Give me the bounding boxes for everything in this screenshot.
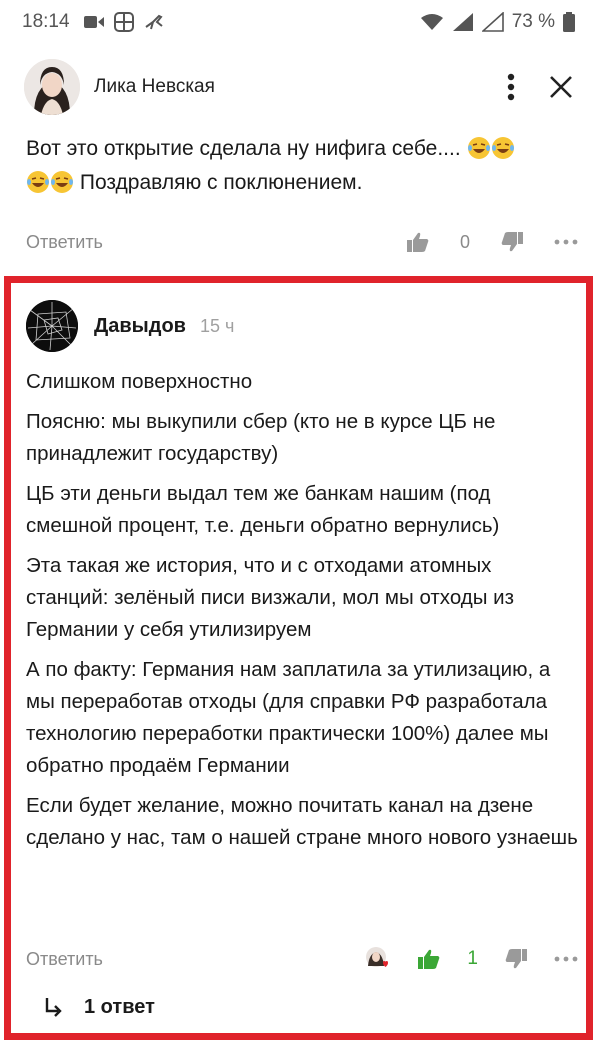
more-horizontal-icon[interactable] bbox=[554, 956, 578, 962]
reply-arrow-icon bbox=[45, 998, 62, 1017]
reply-button[interactable]: Ответить bbox=[26, 949, 103, 970]
reply-button[interactable]: Ответить bbox=[26, 232, 103, 253]
previous-comment-line2: Поздравляю с поклюнением. bbox=[79, 171, 363, 194]
user-photo bbox=[24, 59, 80, 115]
battery-percent: 73 % bbox=[511, 11, 555, 32]
thumbs-down-icon[interactable] bbox=[500, 231, 524, 253]
app-grid-icon bbox=[113, 12, 134, 32]
comment-paragraph: Эта такая же история, что и с отходами а… bbox=[26, 554, 515, 641]
video-icon bbox=[83, 16, 104, 28]
replies-count: 1 ответ bbox=[84, 995, 155, 1018]
previous-comment-actions: Ответить 0 bbox=[26, 226, 578, 258]
comments-header: Лика Невская bbox=[0, 52, 597, 122]
header-author-name[interactable]: Лика Невская bbox=[94, 76, 215, 98]
avatar[interactable] bbox=[24, 59, 80, 115]
comment-paragraph: А по факту: Германия нам заплатила за ут… bbox=[26, 658, 551, 777]
thumbs-up-icon[interactable] bbox=[406, 231, 430, 253]
comment-author[interactable]: Давыдов bbox=[94, 315, 186, 338]
laughing-emoji-icon bbox=[467, 137, 490, 159]
avatar[interactable] bbox=[26, 300, 78, 352]
battery-icon bbox=[563, 12, 575, 32]
status-time: 18:14 bbox=[22, 11, 70, 32]
close-icon[interactable] bbox=[549, 75, 573, 99]
comment-paragraph: Слишком поверхностно bbox=[26, 370, 253, 393]
more-vertical-icon[interactable] bbox=[507, 73, 515, 101]
show-replies-button[interactable]: 1 ответ bbox=[44, 990, 155, 1024]
comment-paragraph: ЦБ эти деньги выдал тем же банкам нашим … bbox=[26, 482, 500, 537]
comment-paragraph: Поясню: мы выкупили сбер (кто не в курсе… bbox=[26, 410, 496, 465]
laughing-emoji-icon bbox=[27, 171, 49, 193]
signal-icon bbox=[452, 13, 473, 31]
status-bar: 18:14 73 % bbox=[0, 0, 597, 44]
thumbs-up-active-icon[interactable] bbox=[417, 948, 441, 970]
bird-icon bbox=[144, 14, 163, 30]
comment-timestamp: 15 ч bbox=[199, 315, 235, 336]
like-count: 0 bbox=[459, 231, 470, 252]
laughing-emoji-icon bbox=[51, 171, 73, 193]
wifi-icon bbox=[420, 14, 443, 30]
comment: Давыдов 15 ч Слишком поверхностно Поясню… bbox=[26, 298, 578, 854]
liked-by-author-avatar-icon bbox=[366, 947, 389, 967]
more-horizontal-icon[interactable] bbox=[554, 239, 578, 245]
thumbs-down-icon[interactable] bbox=[504, 948, 528, 970]
previous-comment-text: Вот это открытие сделала ну нифига себе.… bbox=[26, 132, 578, 200]
laughing-emoji-icon bbox=[491, 137, 514, 159]
previous-comment-line1: Вот это открытие сделала ну нифига себе.… bbox=[26, 137, 461, 160]
cracked-glass-avatar bbox=[26, 300, 78, 352]
signal-empty-icon bbox=[481, 12, 504, 32]
like-count: 1 bbox=[467, 948, 478, 969]
comment-actions: Ответить 1 bbox=[26, 942, 578, 976]
comment-paragraph: Если будет желание, можно почитать канал… bbox=[26, 794, 578, 849]
comment-header: Давыдов 15 ч bbox=[26, 298, 578, 354]
